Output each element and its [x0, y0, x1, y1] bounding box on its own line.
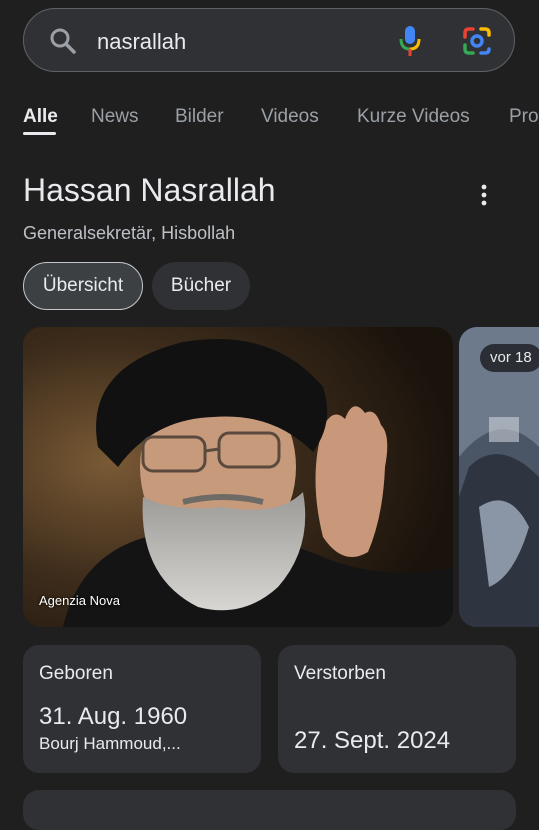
born-label: Geboren [39, 663, 113, 684]
secondary-image[interactable] [459, 327, 539, 627]
born-card[interactable]: Geboren 31. Aug. 1960 Bourj Hammoud,... [23, 645, 261, 773]
born-date: 31. Aug. 1960 [39, 703, 188, 730]
search-input[interactable]: nasrallah [97, 29, 186, 55]
tab-all[interactable]: Alle [23, 106, 58, 128]
image-source-label: Agenzia Nova [39, 593, 120, 608]
tab-more[interactable]: Pro [509, 106, 539, 128]
entity-title: Hassan Nasrallah [23, 172, 276, 208]
active-tab-indicator [23, 132, 56, 135]
lens-icon[interactable] [461, 25, 493, 57]
died-card[interactable]: Verstorben 27. Sept. 2024 [278, 645, 516, 773]
chip-books[interactable]: Bücher [152, 262, 250, 310]
search-bar[interactable]: nasrallah [23, 8, 515, 72]
died-date: 27. Sept. 2024 [294, 727, 451, 754]
search-icon[interactable] [48, 26, 78, 56]
chip-overview[interactable]: Übersicht [23, 262, 143, 310]
next-card[interactable] [23, 790, 516, 830]
tab-videos[interactable]: Videos [261, 106, 319, 128]
time-badge: vor 18 [480, 344, 539, 372]
search-tabs: Alle News Bilder Videos Kurze Videos Pro [0, 96, 539, 136]
tab-images[interactable]: Bilder [175, 106, 224, 128]
tab-news[interactable]: News [91, 106, 139, 128]
tab-short-videos[interactable]: Kurze Videos [357, 106, 470, 128]
born-place: Bourj Hammoud,... [39, 734, 181, 753]
more-vert-icon[interactable] [472, 180, 496, 210]
died-label: Verstorben [294, 663, 386, 684]
entity-subtitle: Generalsekretär, Hisbollah [23, 223, 236, 243]
mic-icon[interactable] [397, 24, 423, 58]
portrait-image[interactable] [23, 327, 453, 627]
